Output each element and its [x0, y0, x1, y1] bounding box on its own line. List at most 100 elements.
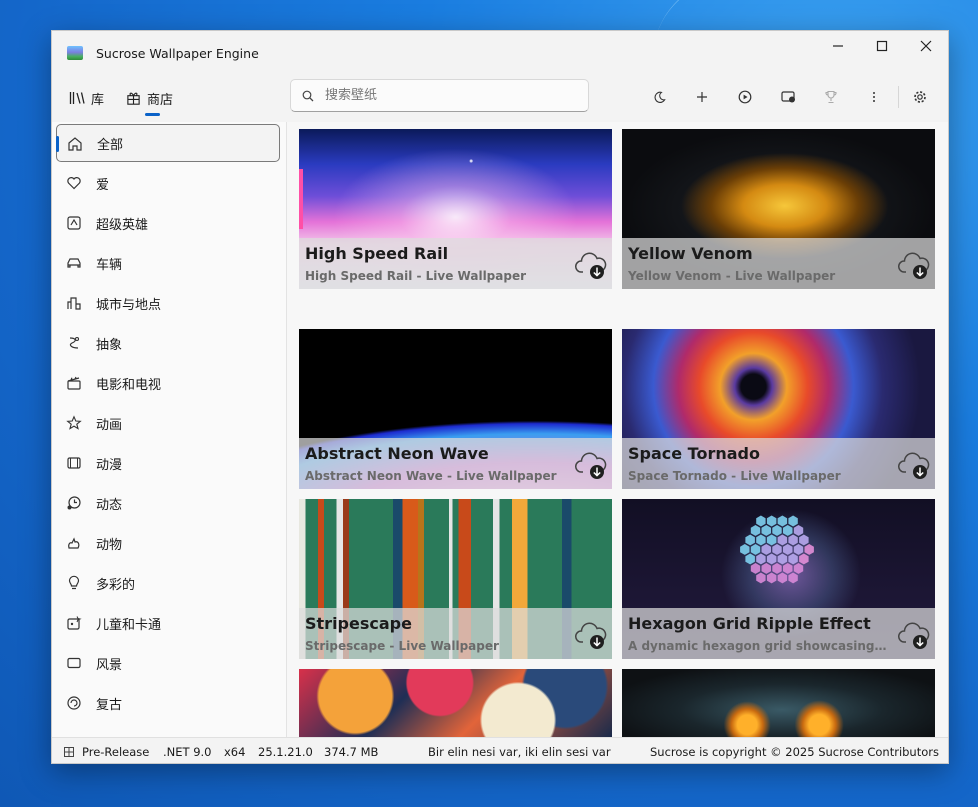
cloud-download-icon[interactable] [898, 620, 930, 650]
maximize-button[interactable] [860, 31, 904, 61]
sidebar-item-label: 城市与地点 [96, 297, 162, 313]
card-title: Hexagon Grid Ripple Effect [628, 614, 871, 633]
sidebar-item-9[interactable]: 动漫 [56, 444, 280, 482]
sidebar-item-1[interactable]: 全部 [56, 124, 280, 162]
card-subtitle: A dynamic hexagon grid showcasing an e..… [628, 639, 890, 653]
hero-icon [67, 216, 81, 230]
wallpaper-card[interactable]: Abstract Neon Wave Abstract Neon Wave - … [299, 329, 612, 489]
theme-toggle-button[interactable] [644, 85, 674, 109]
wallpaper-thumbnail [622, 669, 935, 737]
minimize-button[interactable] [816, 31, 860, 61]
sidebar-item-14[interactable]: 风景 [56, 644, 280, 682]
title-bar[interactable]: Sucrose Wallpaper Engine [52, 31, 948, 75]
search-box[interactable] [290, 79, 589, 112]
cloud-download-icon[interactable] [898, 250, 930, 280]
sidebar-item-11[interactable]: 动物 [56, 524, 280, 562]
sidebar-item-label: 电影和电视 [96, 377, 162, 393]
tab-library[interactable]: 库 [69, 87, 104, 109]
cloud-download-icon[interactable] [575, 620, 607, 650]
display-icon [780, 91, 795, 103]
sidebar-item-label: 儿童和卡通 [96, 617, 162, 633]
wallpaper-card[interactable] [622, 669, 935, 737]
wallpaper-card[interactable]: High Speed Rail High Speed Rail - Live W… [299, 129, 612, 289]
heart-icon [67, 177, 81, 190]
search-input[interactable] [325, 80, 575, 111]
add-wallpaper-button[interactable] [687, 85, 717, 109]
sidebar-item-5[interactable]: 城市与地点 [56, 284, 280, 322]
sidebar-item-12[interactable]: 多彩的 [56, 564, 280, 602]
card-title: Space Tornado [628, 444, 760, 463]
wallpaper-grid: High Speed Rail High Speed Rail - Live W… [287, 122, 948, 737]
star-icon [66, 415, 82, 430]
copyright-text: Sucrose is copyright © 2025 Sucrose Cont… [650, 745, 939, 759]
sidebar-item-7[interactable]: 电影和电视 [56, 364, 280, 402]
more-options-button[interactable] [859, 85, 889, 109]
cloud-download-icon[interactable] [898, 450, 930, 480]
framework-version: .NET 9.0 [163, 745, 212, 759]
store-icon [127, 92, 140, 105]
trophy-icon [825, 90, 837, 104]
minimize-icon [833, 45, 843, 47]
grid-icon [64, 747, 74, 757]
toolbar-separator [898, 86, 899, 108]
abstract-icon [69, 336, 80, 349]
retro-icon [67, 696, 81, 710]
bulb-icon [68, 575, 80, 590]
sidebar-item-label: 动物 [96, 537, 123, 553]
wallpaper-card[interactable]: Yellow Venom Yellow Venom - Live Wallpap… [622, 129, 935, 289]
close-icon [920, 40, 932, 52]
card-title: Stripescape [305, 614, 412, 633]
card-subtitle: Space Tornado - Live Wallpaper [628, 469, 841, 483]
car-icon [67, 258, 81, 268]
sidebar-item-2[interactable]: 爱 [56, 164, 280, 202]
sidebar-item-8[interactable]: 动画 [56, 404, 280, 442]
sidebar-item-15[interactable]: 复古 [56, 684, 280, 722]
wallpaper-card[interactable]: Space Tornado Space Tornado - Live Wallp… [622, 329, 935, 489]
display-settings-button[interactable] [773, 85, 803, 109]
film-icon [67, 457, 81, 469]
wallpaper-card[interactable]: Hexagon Grid Ripple Effect A dynamic hex… [622, 499, 935, 659]
dynamic-icon [67, 496, 81, 510]
tab-store[interactable]: 商店 [126, 87, 173, 109]
wallpaper-thumbnail [299, 669, 612, 737]
sidebar-item-label: 风景 [96, 657, 123, 673]
category-sidebar: 全部爱超级英雄车辆城市与地点抽象电影和电视动画 动漫动态动物多彩的儿童和卡通风景复… [52, 122, 287, 737]
active-tab-indicator [145, 113, 160, 116]
wallpaper-card[interactable]: Stripescape Stripescape - Live Wallpaper [299, 499, 612, 659]
donate-button[interactable] [816, 85, 846, 109]
app-title: Sucrose Wallpaper Engine [96, 46, 259, 61]
library-icon [69, 92, 85, 104]
landscape-icon [67, 657, 81, 669]
sidebar-item-label: 爱 [96, 177, 110, 193]
settings-button[interactable] [905, 85, 935, 109]
wallpaper-card[interactable] [299, 669, 612, 737]
clapper-icon [67, 376, 81, 390]
card-title: Yellow Venom [628, 244, 753, 263]
sidebar-item-6[interactable]: 抽象 [56, 324, 280, 362]
kids-icon [67, 616, 82, 630]
search-icon [302, 90, 314, 102]
sidebar-item-label: 车辆 [96, 257, 123, 273]
sidebar-item-label: 超级英雄 [96, 217, 149, 233]
cloud-download-icon[interactable] [575, 250, 607, 280]
app-version: 25.1.21.0 [258, 745, 313, 759]
sidebar-item-10[interactable]: 动态 [56, 484, 280, 522]
sidebar-item-4[interactable]: 车辆 [56, 244, 280, 282]
city-icon [67, 297, 81, 310]
card-subtitle: Stripescape - Live Wallpaper [305, 639, 499, 653]
hexagon-grid-graphic [740, 515, 814, 584]
play-button[interactable] [730, 85, 760, 109]
memory-usage: 374.7 MB [324, 745, 379, 759]
app-window: Sucrose Wallpaper Engine 库 商店 搜索壁纸 全部 爱 … [51, 30, 949, 764]
card-title: High Speed Rail [305, 244, 449, 263]
sidebar-item-label: 动态 [96, 497, 123, 513]
tab-store-label: 商店 [147, 92, 174, 108]
sidebar-item-13[interactable]: 儿童和卡通 [56, 604, 280, 642]
cloud-download-icon[interactable] [575, 450, 607, 480]
close-button[interactable] [904, 31, 948, 61]
quote-text: Bir elin nesi var, iki elin sesi var [428, 745, 611, 759]
sidebar-item-label: 多彩的 [96, 577, 136, 593]
sidebar-item-label: 全部 [97, 137, 124, 153]
sidebar-item-3[interactable]: 超级英雄 [56, 204, 280, 242]
sidebar-item-label: 抽象 [96, 337, 123, 353]
